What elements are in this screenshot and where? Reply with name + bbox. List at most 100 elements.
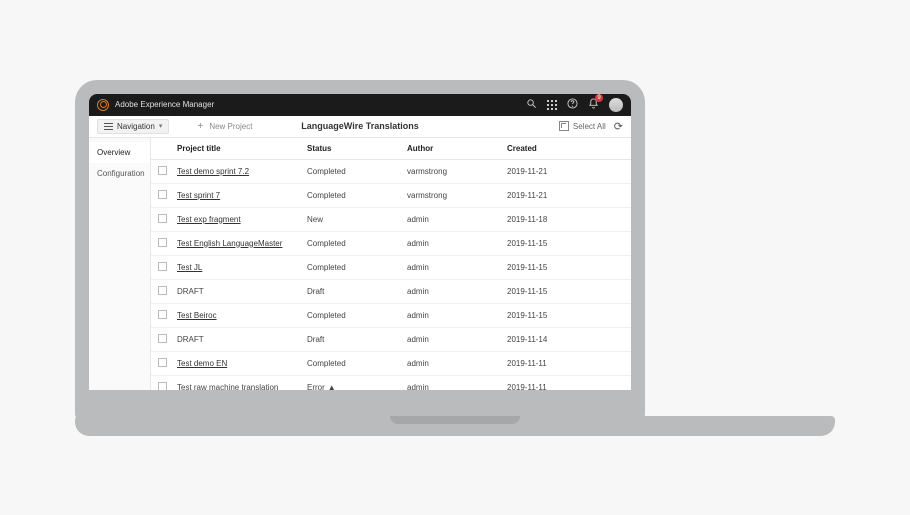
col-status: Status [303, 138, 403, 160]
author-cell: admin [403, 351, 503, 375]
apps-menu-icon[interactable] [547, 100, 557, 110]
author-cell: admin [403, 375, 503, 390]
created-cell: 2019-11-15 [503, 231, 631, 255]
new-project-button[interactable]: + New Project [195, 121, 252, 132]
col-created: Created [503, 138, 631, 160]
sidebar-item-configuration[interactable]: Configuration [89, 163, 150, 184]
project-title-cell[interactable]: Test sprint 7 [177, 191, 220, 200]
table-row: Test sprint 7 Completedvarmstrong2019-11-… [151, 183, 631, 207]
created-cell: 2019-11-11 [503, 351, 631, 375]
project-title-cell[interactable]: Test demo EN [177, 359, 227, 368]
author-cell: admin [403, 279, 503, 303]
table-row: DRAFT Draftadmin2019-11-15 [151, 279, 631, 303]
status-cell: Completed [303, 183, 403, 207]
author-cell: admin [403, 327, 503, 351]
app-root: Adobe Experience Manager [89, 94, 631, 390]
project-title-cell[interactable]: Test exp fragment [177, 215, 241, 224]
adobe-logo-icon [97, 99, 109, 111]
table-row: Test demo sprint 7.2 Completedvarmstrong2… [151, 159, 631, 183]
laptop-mockup: Adobe Experience Manager [75, 80, 835, 436]
created-cell: 2019-11-21 [503, 159, 631, 183]
table-row: Test English LanguageMaster Completedadmi… [151, 231, 631, 255]
project-title-cell[interactable]: Test demo sprint 7.2 [177, 167, 249, 176]
status-cell: Completed [303, 351, 403, 375]
row-checkbox[interactable] [158, 166, 167, 175]
row-checkbox[interactable] [158, 238, 167, 247]
status-cell: Draft [303, 327, 403, 351]
col-author: Author [403, 138, 503, 160]
user-avatar[interactable] [609, 98, 623, 112]
notification-badge: 9 [595, 94, 603, 102]
app-title: Adobe Experience Manager [115, 100, 214, 109]
screen-bezel: Adobe Experience Manager [75, 80, 645, 420]
search-icon[interactable] [526, 98, 537, 111]
topbar-left: Adobe Experience Manager [97, 99, 214, 111]
author-cell: admin [403, 231, 503, 255]
status-cell: Completed [303, 159, 403, 183]
created-cell: 2019-11-18 [503, 207, 631, 231]
project-title-cell: DRAFT [177, 287, 204, 296]
status-cell: Completed [303, 231, 403, 255]
page-title: LanguageWire Translations [301, 121, 418, 131]
project-title-cell: Test raw machine translation [177, 383, 278, 390]
body: OverviewConfiguration Project title Stat… [89, 138, 631, 390]
row-checkbox[interactable] [158, 286, 167, 295]
select-all-label: Select All [573, 122, 606, 131]
notifications-icon[interactable]: 9 [588, 98, 599, 111]
created-cell: 2019-11-14 [503, 327, 631, 351]
warning-icon: ▲ [328, 383, 336, 390]
status-cell: Error▲ [303, 375, 403, 390]
global-topbar: Adobe Experience Manager [89, 94, 631, 116]
sidebar-item-overview[interactable]: Overview [89, 142, 150, 163]
chevron-down-icon: ▾ [159, 122, 163, 130]
author-cell: varmstrong [403, 159, 503, 183]
col-title: Project title [173, 138, 303, 160]
main-content: Project title Status Author Created Test… [151, 138, 631, 390]
topbar-right: 9 [526, 98, 623, 112]
project-title-cell[interactable]: Test English LanguageMaster [177, 239, 282, 248]
navigation-label: Navigation [117, 122, 155, 131]
author-cell: admin [403, 303, 503, 327]
row-checkbox[interactable] [158, 334, 167, 343]
project-title-cell[interactable]: Test Beiroc [177, 311, 217, 320]
select-all-button[interactable]: Select All [559, 121, 606, 131]
author-cell: admin [403, 207, 503, 231]
author-cell: varmstrong [403, 183, 503, 207]
refresh-icon[interactable]: ⟳ [614, 120, 623, 133]
created-cell: 2019-11-11 [503, 375, 631, 390]
status-cell: Draft [303, 279, 403, 303]
row-checkbox[interactable] [158, 214, 167, 223]
table-row: Test exp fragmentNewadmin2019-11-18 [151, 207, 631, 231]
hamburger-icon [104, 122, 113, 130]
project-title-cell: DRAFT [177, 335, 204, 344]
laptop-base [75, 416, 835, 436]
row-checkbox[interactable] [158, 190, 167, 199]
created-cell: 2019-11-15 [503, 279, 631, 303]
table-row: Test demo EN Completedadmin2019-11-11 [151, 351, 631, 375]
status-cell: Completed [303, 303, 403, 327]
table-row: Test raw machine translation Error▲admin2… [151, 375, 631, 390]
help-icon[interactable] [567, 98, 578, 111]
table-row: DRAFT Draftadmin2019-11-14 [151, 327, 631, 351]
table-row: Test JL Completedadmin2019-11-15 [151, 255, 631, 279]
navigation-menu-button[interactable]: Navigation ▾ [97, 119, 169, 134]
author-cell: admin [403, 255, 503, 279]
subheader: Navigation ▾ + New Project LanguageWire … [89, 116, 631, 138]
created-cell: 2019-11-21 [503, 183, 631, 207]
created-cell: 2019-11-15 [503, 303, 631, 327]
status-cell: Completed [303, 255, 403, 279]
row-checkbox[interactable] [158, 262, 167, 271]
sidebar: OverviewConfiguration [89, 138, 151, 390]
row-checkbox[interactable] [158, 358, 167, 367]
table-header-row: Project title Status Author Created [151, 138, 631, 160]
row-checkbox[interactable] [158, 382, 167, 390]
plus-icon: + [195, 121, 205, 132]
project-title-cell[interactable]: Test JL [177, 263, 202, 272]
created-cell: 2019-11-15 [503, 255, 631, 279]
projects-table: Project title Status Author Created Test… [151, 138, 631, 390]
select-all-icon [559, 121, 569, 131]
new-project-label: New Project [209, 122, 252, 131]
row-checkbox[interactable] [158, 310, 167, 319]
table-row: Test Beiroc Completedadmin2019-11-15 [151, 303, 631, 327]
subheader-right: Select All ⟳ [559, 120, 623, 133]
